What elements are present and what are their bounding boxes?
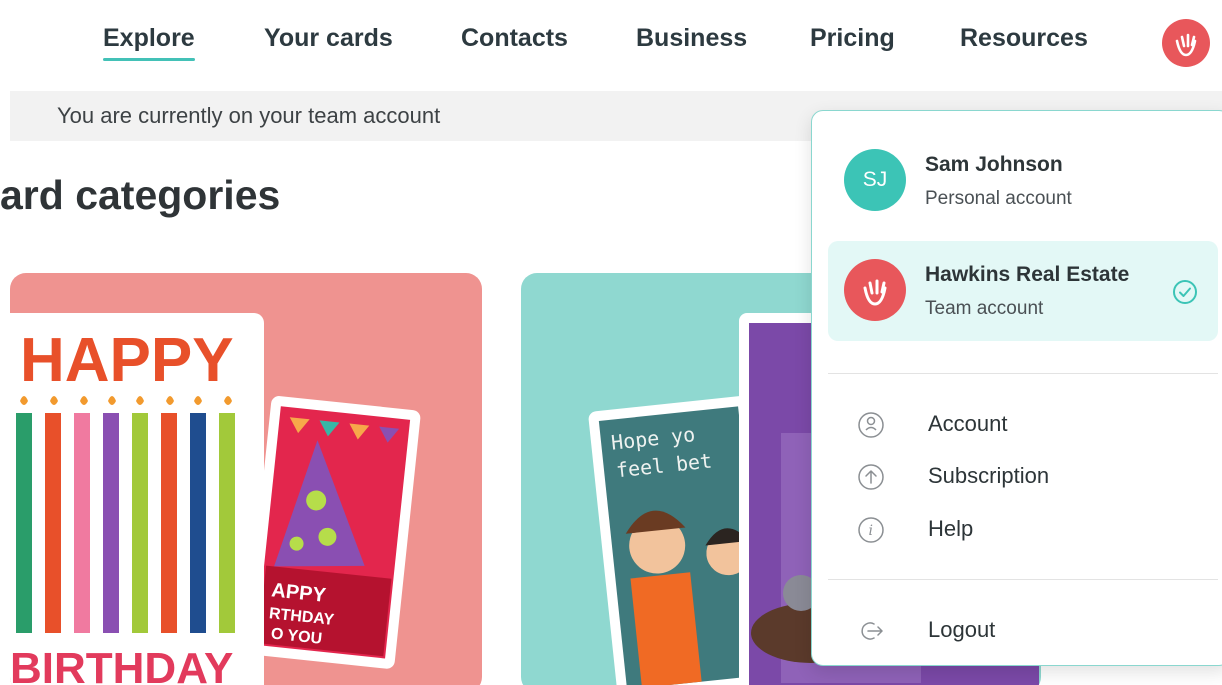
nav-resources[interactable]: Resources [960,24,1088,53]
logout-label: Logout [928,617,996,642]
info-circle-icon: i [858,517,884,543]
account-name: Sam Johnson [925,153,1063,176]
account-type: Team account [925,298,1044,319]
nav-explore[interactable]: Explore [103,24,195,61]
menu-item-account[interactable]: Account [828,402,1218,448]
dropdown-divider [828,373,1218,374]
svg-text:i: i [869,523,873,539]
category-tile-birthday[interactable]: APPY RTHDAY O YOU HAPPY BIRTHDAY [10,273,482,685]
logout-icon [861,622,883,640]
top-navigation: Explore Your cards Contacts Business Pri… [0,0,1222,84]
wave-hand-icon [863,279,887,306]
menu-label: Account [928,411,1008,436]
account-type: Personal account [925,188,1072,209]
menu-label: Subscription [928,463,1050,488]
nav-business[interactable]: Business [636,24,747,53]
birthday-card-illustration: APPY RTHDAY O YOU HAPPY BIRTHDAY [10,313,421,685]
logout-button[interactable]: Logout [828,608,1218,654]
account-name: Hawkins Real Estate [925,263,1130,286]
user-circle-icon [858,412,884,438]
nav-contacts[interactable]: Contacts [461,24,568,53]
card-text-happy: HAPPY [20,326,234,395]
team-avatar [844,259,906,321]
menu-item-subscription[interactable]: Subscription [828,454,1218,500]
account-dropdown: SJ Sam Johnson Personal account Hawkins … [811,110,1222,666]
card-text-birthday: BIRTHDAY [10,644,233,685]
account-option-personal[interactable]: SJ Sam Johnson Personal account [828,131,1218,231]
menu-label: Help [928,516,974,541]
account-avatar-button[interactable] [1162,19,1210,67]
wave-hand-icon [1175,33,1197,57]
banner-text: You are currently on your team account [57,103,441,128]
nav-your-cards[interactable]: Your cards [264,24,393,53]
menu-item-help[interactable]: i Help [828,507,1218,553]
nav-pricing[interactable]: Pricing [810,24,895,53]
account-option-team[interactable]: Hawkins Real Estate Team account [828,241,1218,341]
dropdown-divider [828,579,1218,580]
personal-avatar: SJ [844,149,906,211]
arrow-up-circle-icon [858,464,884,490]
check-circle-icon [1173,280,1197,304]
page-heading: ard categories [0,172,281,218]
